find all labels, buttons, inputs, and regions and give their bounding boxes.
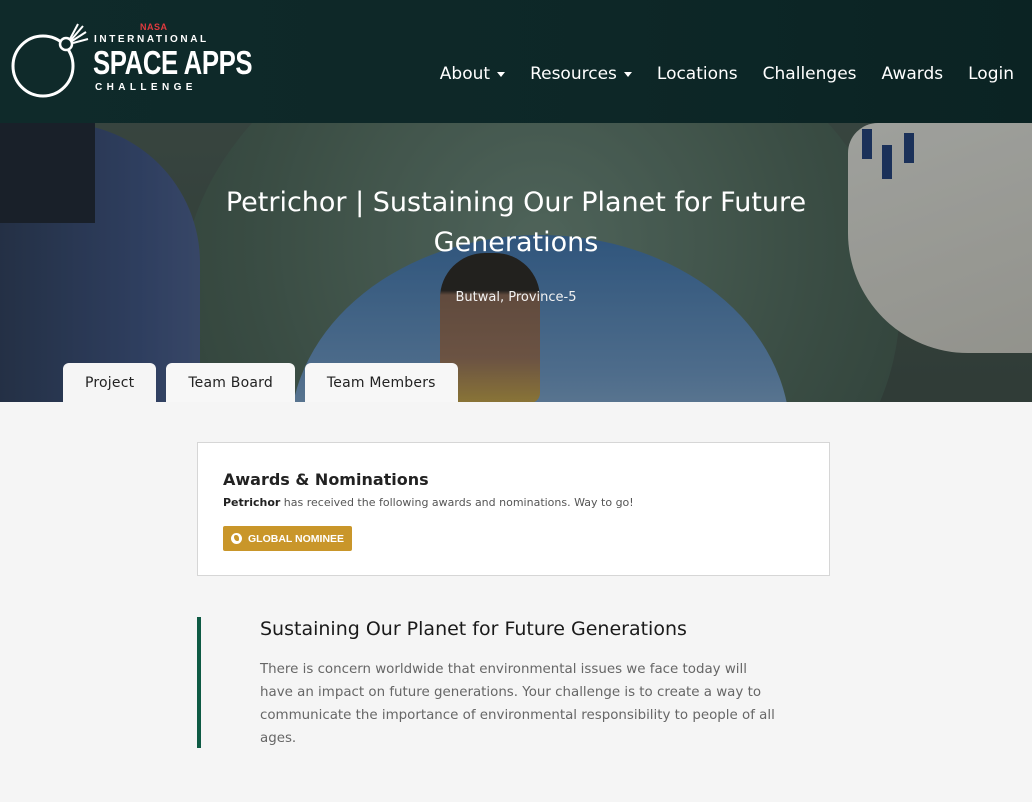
project-hero: Petrichor | Sustaining Our Planet for Fu… (0, 123, 1032, 402)
global-nominee-badge[interactable]: GLOBAL NOMINEE (223, 526, 353, 551)
nav-login[interactable]: Login (968, 64, 1014, 84)
logo-line-space-apps: SPACE APPS (93, 44, 253, 81)
nav-resources[interactable]: Resources (530, 64, 632, 84)
awards-description: Petrichor has received the following awa… (223, 496, 634, 509)
nav-login-label: Login (968, 64, 1014, 84)
caret-down-icon (623, 71, 632, 77)
awards-text: has received the following awards and no… (280, 496, 634, 509)
badge-label: GLOBAL NOMINEE (248, 532, 345, 545)
project-tabs: Project Team Board Team Members (63, 363, 468, 402)
nasa-label: NASA (140, 22, 168, 32)
nav-challenges[interactable]: Challenges (763, 64, 857, 84)
team-name[interactable]: Petrichor (223, 496, 280, 509)
awards-card: Awards & Nominations Petrichor has recei… (197, 442, 830, 576)
nav-about-label: About (439, 64, 491, 84)
nav-about[interactable]: About (439, 64, 506, 84)
awards-heading: Awards & Nominations (223, 470, 429, 489)
challenge-title[interactable]: Sustaining Our Planet for Future Generat… (260, 618, 687, 640)
caret-down-icon (497, 71, 506, 77)
nav-awards[interactable]: Awards (882, 64, 944, 84)
challenge-description: There is concern worldwide that environm… (260, 662, 775, 746)
main-nav: About Resources Locations Challenges Awa… (415, 64, 1014, 84)
project-title: Petrichor | Sustaining Our Planet for Fu… (225, 187, 807, 258)
planet-icon (11, 23, 89, 98)
nav-locations-label: Locations (656, 64, 738, 84)
nav-challenges-label: Challenges (762, 64, 857, 84)
tab-team-members[interactable]: Team Members (304, 363, 458, 402)
space-apps-logo[interactable]: NASA INTERNATIONAL SPACE APPS CHALLENGE (10, 14, 253, 104)
challenge-block: Sustaining Our Planet for Future Generat… (197, 617, 797, 748)
nav-locations[interactable]: Locations (657, 64, 738, 84)
site-header: NASA INTERNATIONAL SPACE APPS CHALLENGE … (0, 0, 1032, 123)
nav-awards-label: Awards (881, 64, 944, 84)
nav-resources-label: Resources (530, 64, 617, 84)
project-location: Butwal, Province-5 (455, 290, 577, 305)
globe-icon (231, 533, 242, 544)
tab-project[interactable]: Project (63, 363, 157, 402)
logo-line-challenge: CHALLENGE (95, 82, 197, 93)
tab-team-board[interactable]: Team Board (166, 363, 295, 402)
